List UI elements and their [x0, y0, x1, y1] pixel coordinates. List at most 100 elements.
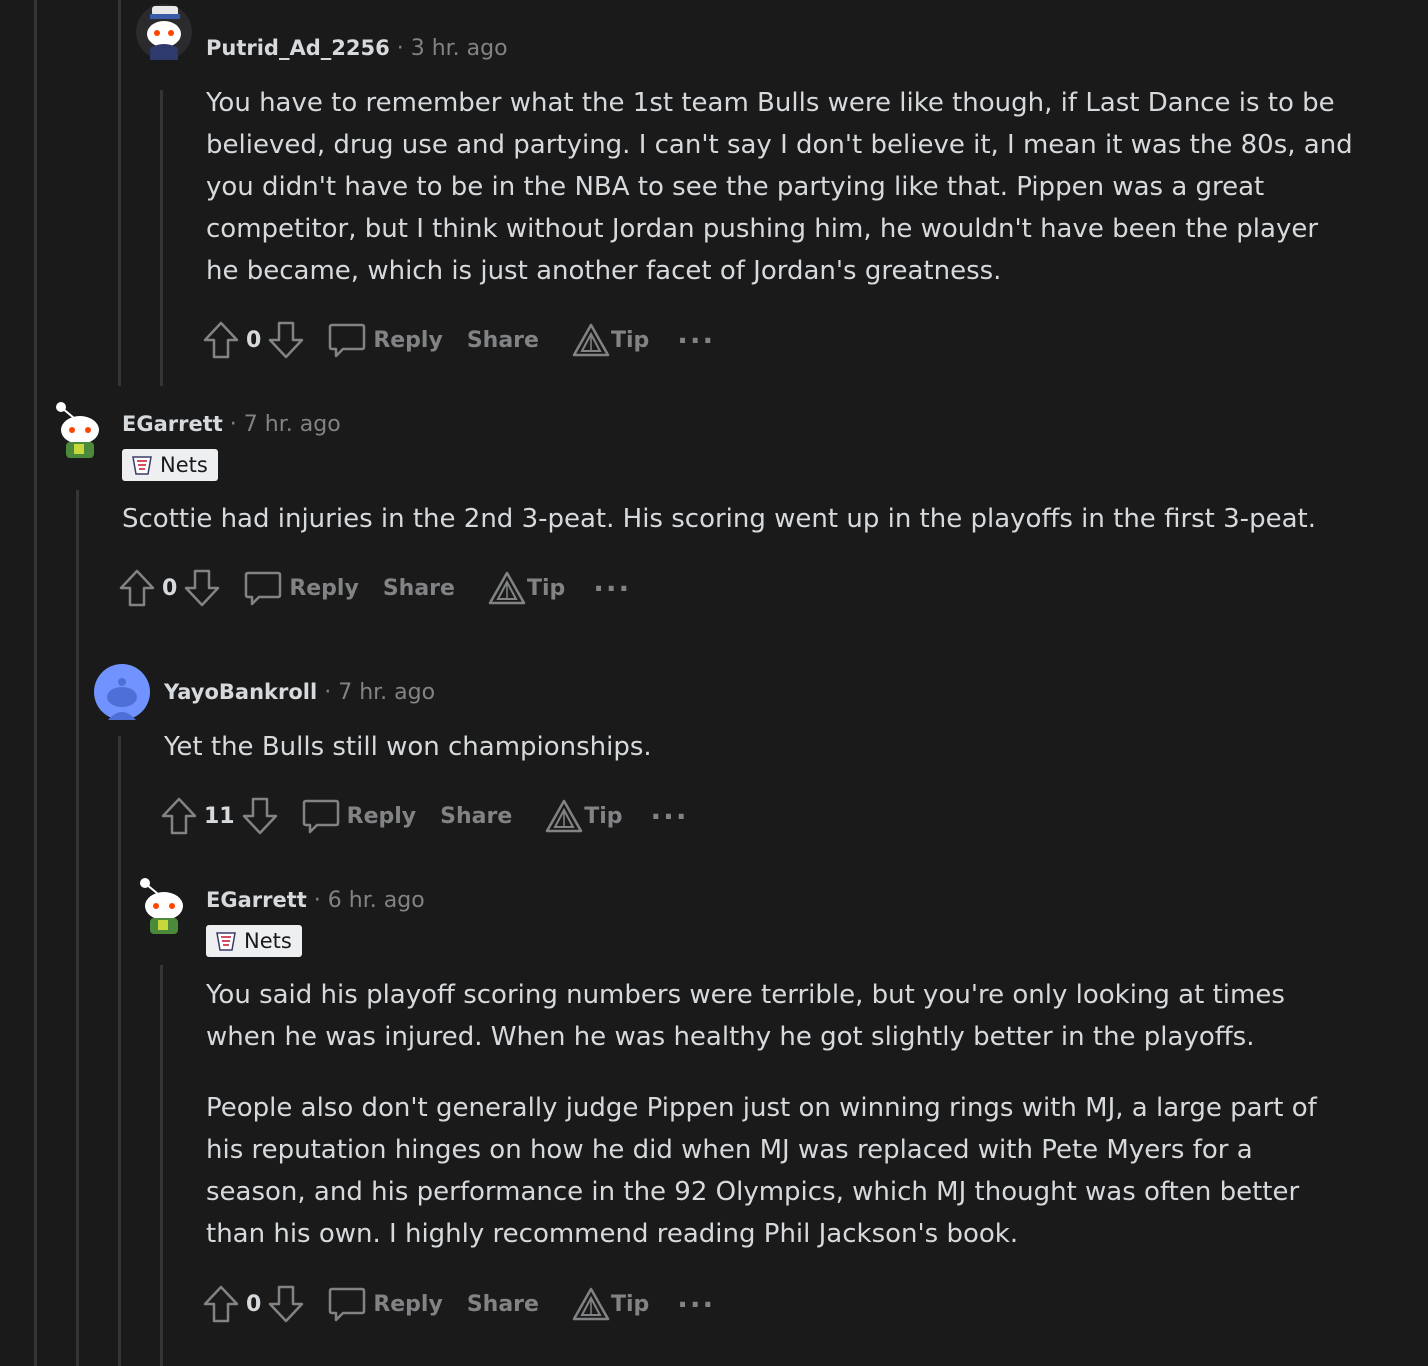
speech-bubble-icon — [329, 1287, 366, 1322]
share-label: Share — [466, 1291, 539, 1317]
comment-line: you didn't have to be in the NBA to see … — [206, 172, 1265, 202]
comment-body: You said his playoff scoring numbers wer… — [206, 974, 1317, 1255]
flair-label: Nets — [160, 453, 208, 477]
vote-score: 0 — [162, 575, 178, 601]
share-button[interactable]: Share — [440, 804, 512, 829]
speech-bubble-icon — [245, 571, 282, 606]
upvote-arrow-icon[interactable] — [202, 320, 240, 360]
comment-yayobankroll: YayoBankroll · 7 hr. ago Yet the Bulls s… — [0, 660, 1428, 860]
nets-logo-icon — [132, 456, 152, 475]
comment-line: competitor, but I think without Jordan p… — [206, 214, 1319, 244]
comment-meta: Putrid_Ad_2256 · 3 hr. ago — [206, 34, 508, 63]
meta-separator: · — [313, 888, 321, 913]
user-avatar[interactable] — [136, 876, 192, 934]
reply-label: Reply — [346, 803, 417, 829]
comment-meta: EGarrett · 7 hr. ago — [122, 410, 341, 439]
vote-score: 0 — [246, 1291, 262, 1317]
comment-body: Yet the Bulls still won championships. — [164, 726, 652, 768]
comment-time[interactable]: 7 hr. ago — [338, 680, 435, 705]
triangle-tip-icon — [572, 323, 610, 357]
reply-label: Reply — [289, 575, 359, 601]
comment-egarrett-2: EGarrett · 6 hr. ago Nets You said his p… — [0, 866, 1428, 1366]
meta-separator: · — [324, 680, 332, 705]
upvote-arrow-icon[interactable] — [160, 796, 198, 836]
tip-button[interactable]: Tip — [544, 798, 623, 834]
downvote-arrow-icon[interactable] — [183, 568, 221, 608]
comment-actions: 0 Reply Share Tip ··· — [202, 320, 715, 360]
comment-egarrett-1: EGarrett · 7 hr. ago Nets Scottie had in… — [0, 390, 1428, 640]
user-avatar[interactable] — [94, 664, 150, 720]
default-snoo-avatar-icon — [94, 664, 150, 720]
speech-bubble-icon — [329, 323, 366, 358]
tip-label: Tip — [610, 327, 650, 353]
comment-line: than his own. I highly recommend reading… — [206, 1219, 1019, 1249]
user-flair: Nets — [122, 449, 218, 481]
author-name[interactable]: EGarrett — [206, 888, 307, 912]
more-options-button[interactable]: ··· — [677, 324, 715, 357]
more-options-button[interactable]: ··· — [593, 572, 631, 605]
triangle-tip-icon — [546, 799, 583, 833]
comment-actions: 0 Reply Share Tip ··· — [118, 568, 631, 608]
share-button[interactable]: Share — [383, 576, 455, 601]
meta-separator: · — [229, 412, 237, 437]
author-name[interactable]: YayoBankroll — [164, 680, 317, 704]
share-label: Share — [382, 575, 455, 601]
tip-button[interactable]: Tip — [487, 570, 565, 606]
triangle-tip-icon — [488, 571, 526, 605]
snoo-avatar-icon — [140, 878, 183, 934]
tip-button[interactable]: Tip — [571, 322, 649, 358]
comment-line: You have to remember what the 1st team B… — [206, 88, 1335, 118]
reply-button[interactable]: Reply — [327, 320, 443, 360]
snoo-avatar-icon — [56, 402, 99, 458]
comment-meta: EGarrett · 6 hr. ago — [206, 886, 425, 915]
comment-line: he became, which is just another facet o… — [206, 256, 1002, 286]
triangle-tip-icon — [572, 1287, 610, 1321]
vote-score: 11 — [204, 803, 235, 829]
more-options-button[interactable]: ··· — [677, 1288, 715, 1321]
snoo-avatar-icon — [136, 4, 192, 60]
user-avatar[interactable] — [52, 400, 108, 458]
comment-line: season, and his performance in the 92 Ol… — [206, 1177, 1300, 1207]
reply-button[interactable]: Reply — [243, 568, 359, 608]
comment-line: You said his playoff scoring numbers wer… — [206, 980, 1285, 1010]
comment-time[interactable]: 3 hr. ago — [411, 36, 508, 61]
comment-line: People also don't generally judge Pippen… — [206, 1093, 1317, 1123]
nets-logo-icon — [216, 932, 236, 951]
vote-score: 0 — [246, 327, 262, 353]
share-label: Share — [440, 803, 513, 829]
comment-time[interactable]: 6 hr. ago — [328, 888, 425, 913]
speech-bubble-icon — [302, 799, 339, 834]
tip-button[interactable]: Tip — [571, 1286, 649, 1322]
comment-line: his reputation hinges on how he did when… — [206, 1135, 1253, 1165]
reply-label: Reply — [373, 327, 443, 353]
downvote-arrow-icon[interactable] — [267, 320, 305, 360]
more-options-button[interactable]: ··· — [651, 800, 689, 833]
upvote-arrow-icon[interactable] — [118, 568, 156, 608]
share-label: Share — [466, 327, 539, 353]
comment-line: Scottie had injuries in the 2nd 3-peat. … — [122, 504, 1316, 534]
meta-separator: · — [396, 36, 404, 61]
comment-line: Yet the Bulls still won championships. — [164, 732, 652, 762]
downvote-arrow-icon[interactable] — [267, 1284, 305, 1324]
tip-label: Tip — [584, 803, 623, 829]
share-button[interactable]: Share — [467, 328, 539, 353]
user-avatar[interactable] — [136, 4, 192, 60]
reply-button[interactable]: Reply — [327, 1284, 443, 1324]
comment-body: Scottie had injuries in the 2nd 3-peat. … — [122, 498, 1316, 540]
share-button[interactable]: Share — [467, 1292, 539, 1317]
downvote-arrow-icon[interactable] — [241, 796, 279, 836]
comment-line: believed, drug use and partying. I can't… — [206, 130, 1353, 160]
comment-time[interactable]: 7 hr. ago — [244, 412, 341, 437]
comment-line: when he was injured. When he was healthy… — [206, 1022, 1255, 1052]
reply-button[interactable]: Reply — [301, 796, 417, 836]
comment-putrid: Putrid_Ad_2256 · 3 hr. ago You have to r… — [0, 0, 1428, 390]
upvote-arrow-icon[interactable] — [202, 1284, 240, 1324]
comment-body: You have to remember what the 1st team B… — [206, 82, 1353, 292]
user-flair: Nets — [206, 925, 302, 957]
comment-actions: 0 Reply Share Tip ··· — [202, 1284, 715, 1324]
author-name[interactable]: EGarrett — [122, 412, 223, 436]
author-name[interactable]: Putrid_Ad_2256 — [206, 36, 390, 60]
comment-meta: YayoBankroll · 7 hr. ago — [164, 678, 435, 707]
tip-label: Tip — [526, 575, 566, 601]
reply-label: Reply — [373, 1291, 443, 1317]
